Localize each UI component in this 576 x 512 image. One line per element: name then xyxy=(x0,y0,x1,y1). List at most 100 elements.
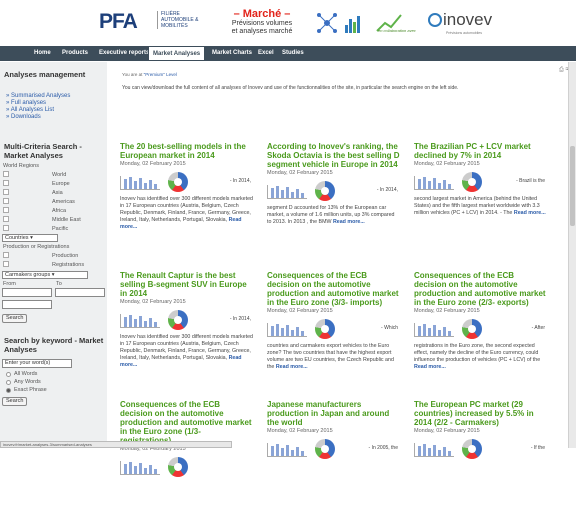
world-regions-label: World Regions xyxy=(3,163,39,169)
bar-chart-icon xyxy=(414,443,454,457)
sidebar-link-full[interactable]: » Full analyses xyxy=(6,100,46,106)
pie-chart-icon xyxy=(168,310,188,330)
article-card: Consequences of the ECB decision on the … xyxy=(120,400,253,512)
region-label: Americas xyxy=(52,199,75,205)
production-checkbox[interactable] xyxy=(3,252,9,258)
nav-studies[interactable]: Studies xyxy=(278,46,308,61)
article-thumbnail[interactable]: - After xyxy=(414,317,547,341)
article-thumbnail[interactable] xyxy=(120,455,253,479)
exact-phrase-radio[interactable] xyxy=(6,388,11,393)
all-words-radio[interactable] xyxy=(6,372,11,377)
keyword-search-button[interactable]: Search xyxy=(2,397,28,406)
nav-products[interactable]: Products xyxy=(58,46,92,61)
region-label: Africa xyxy=(52,208,67,214)
article-thumbnail[interactable]: - In 2005, the xyxy=(267,437,400,461)
article-title[interactable]: Consequences of the ECB decision on the … xyxy=(267,271,400,307)
nav-home[interactable]: Home xyxy=(30,46,55,61)
keyword-input[interactable]: Enter your word(s) xyxy=(2,359,72,368)
all-words-label: All Words xyxy=(14,371,38,377)
countries-select[interactable]: Countries ▾ xyxy=(2,234,58,242)
crumb-prefix: You are at xyxy=(122,72,143,77)
article-excerpt-text: registrations in the Euro zone, the seco… xyxy=(414,343,541,363)
article-title[interactable]: The Renault Captur is the best selling B… xyxy=(120,271,253,298)
article-date: Monday, 02 February 2015 xyxy=(267,170,333,176)
article-lead: - Which xyxy=(381,325,398,331)
read-more-link[interactable]: Read more... xyxy=(414,364,446,370)
article-excerpt: Inovev has identified over 300 different… xyxy=(120,196,253,231)
article-excerpt-text: segment D accounted for 13% of the Europ… xyxy=(267,205,395,225)
article-title[interactable]: The European PC market (29 countries) in… xyxy=(414,400,547,427)
article-card: According to Inovev's ranking, the Skoda… xyxy=(267,142,400,254)
registrations-checkbox[interactable] xyxy=(3,261,9,267)
article-title[interactable]: Japanese manufacturers production in Jap… xyxy=(267,400,400,427)
marche-sub1: Prévisions volumes xyxy=(231,20,293,27)
article-thumbnail[interactable]: - Brazil is the xyxy=(414,170,547,194)
sidebar-link-all-list[interactable]: » All Analyses List xyxy=(6,107,54,113)
article-excerpt: countries and carmakers export vehicles … xyxy=(267,343,400,371)
breadcrumb: You are at "Premium" Level xyxy=(122,72,177,77)
pie-chart-icon xyxy=(462,319,482,339)
read-more-link[interactable]: Read more... xyxy=(514,210,546,216)
carmakers-select[interactable]: Carmakers groups ▾ xyxy=(2,271,88,279)
article-title[interactable]: Consequences of the ECB decision on the … xyxy=(120,400,253,445)
bar-chart-icon xyxy=(120,461,160,475)
article-thumbnail[interactable]: - In 2014, xyxy=(120,308,253,332)
nav-executive-reports[interactable]: Executive reports xyxy=(95,46,153,61)
article-title[interactable]: The Brazilian PC + LCV market declined b… xyxy=(414,142,547,160)
intro-text: You can view/download the full content o… xyxy=(122,85,459,91)
marche-banner: – Marché – Prévisions volumes et analyse… xyxy=(222,8,302,36)
article-card: The Brazilian PC + LCV market declined b… xyxy=(414,142,547,254)
scrollbar[interactable] xyxy=(568,62,576,448)
from-date-input[interactable] xyxy=(2,288,52,297)
from-date-input-2[interactable] xyxy=(2,300,52,309)
article-title[interactable]: The 20 best-selling models in the Europe… xyxy=(120,142,253,160)
link-label: All Analyses List xyxy=(10,107,55,113)
bar-chart-icon xyxy=(414,323,454,337)
article-date: Monday, 02 February 2015 xyxy=(414,428,480,434)
sidebar-link-summarised[interactable]: » Summarised Analyses xyxy=(6,93,70,99)
article-date: Monday, 02 February 2015 xyxy=(267,308,333,314)
region-checkbox[interactable] xyxy=(3,171,9,177)
to-date-input[interactable] xyxy=(55,288,105,297)
pie-chart-icon xyxy=(315,181,335,201)
region-checkbox[interactable] xyxy=(3,225,9,231)
article-date: Monday, 02 February 2015 xyxy=(267,428,333,434)
inovev-subtitle: Prévisions automobiles xyxy=(446,31,482,35)
scrollbar-thumb[interactable] xyxy=(570,146,575,226)
region-label: Middle East xyxy=(52,217,81,223)
article-lead: - In 2014, xyxy=(229,178,251,184)
article-thumbnail[interactable]: - In 2014, xyxy=(120,170,253,194)
article-thumbnail[interactable]: - In 2014, xyxy=(267,179,400,203)
nav-excel[interactable]: Excel xyxy=(254,46,278,61)
nav-market-analyses[interactable]: Market Analyses xyxy=(148,46,206,61)
article-title[interactable]: According to Inovev's ranking, the Skoda… xyxy=(267,142,400,169)
marche-sub2: et analyses marché xyxy=(231,28,293,35)
any-words-radio[interactable] xyxy=(6,380,11,385)
prod-reg-label: Production or Registrations xyxy=(3,244,70,250)
region-checkbox[interactable] xyxy=(3,207,9,213)
sidebar-link-downloads[interactable]: » Downloads xyxy=(6,114,41,120)
article-card: Japanese manufacturers production in Jap… xyxy=(267,400,400,512)
link-label: Summarised Analyses xyxy=(11,93,71,99)
select-value: Countries xyxy=(5,235,29,241)
article-thumbnail[interactable]: - Which xyxy=(267,317,400,341)
nav-market-charts[interactable]: Market Charts xyxy=(208,46,256,61)
region-checkbox[interactable] xyxy=(3,216,9,222)
inovev-logo[interactable]: inovev xyxy=(428,10,492,30)
read-more-link[interactable]: Read more... xyxy=(333,219,365,225)
article-date: Monday, 02 February 2015 xyxy=(120,161,186,167)
keyword-title-2: Analyses xyxy=(4,345,37,354)
pfa-logo[interactable]: PFA xyxy=(99,10,138,34)
link-label: Downloads xyxy=(11,114,41,120)
pie-chart-icon xyxy=(462,439,482,459)
article-excerpt: Inovev has identified over 300 different… xyxy=(120,334,253,369)
read-more-link[interactable]: Read more... xyxy=(276,364,308,370)
article-lead: - If the xyxy=(530,445,545,451)
keyword-title-1: Search by keyword - Market xyxy=(4,336,104,345)
article-thumbnail[interactable]: - If the xyxy=(414,437,547,461)
article-title[interactable]: Consequences of the ECB decision on the … xyxy=(414,271,547,307)
region-checkbox[interactable] xyxy=(3,180,9,186)
region-checkbox[interactable] xyxy=(3,189,9,195)
search-button[interactable]: Search xyxy=(2,314,28,323)
region-checkbox[interactable] xyxy=(3,198,9,204)
